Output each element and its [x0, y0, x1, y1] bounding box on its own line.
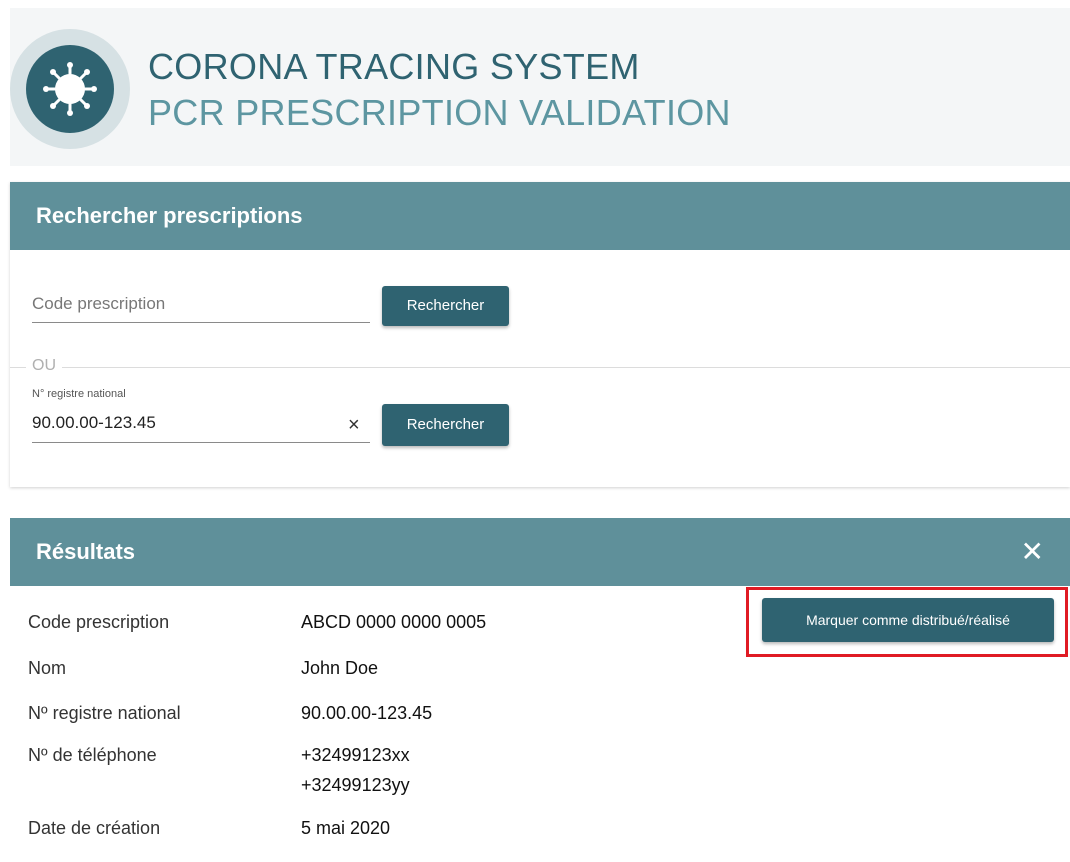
- row-value-prescription-code: ABCD 0000 0000 0005: [301, 612, 487, 632]
- national-register-input[interactable]: 90.00.00-123.45: [32, 413, 370, 443]
- results-panel-header: Résultats ✕: [10, 518, 1070, 586]
- close-icon[interactable]: ✕: [1021, 518, 1044, 586]
- prescription-code-placeholder: Code prescription: [32, 294, 166, 313]
- row-label-creation-date: Date de création: [28, 818, 161, 838]
- search-panel-title: Rechercher prescriptions: [10, 182, 1070, 250]
- results-title: Résultats: [36, 539, 136, 564]
- highlight-box: [746, 587, 1068, 657]
- separator-label: OU: [26, 357, 62, 375]
- logo: [10, 29, 130, 149]
- national-register-value: 90.00.00-123.45: [32, 413, 156, 432]
- app-subtitle: PCR PRESCRIPTION VALIDATION: [148, 92, 731, 133]
- search-national-button[interactable]: Rechercher: [382, 404, 509, 446]
- row-label-phone: Nº de téléphone: [28, 745, 157, 765]
- row-label-prescription-code: Code prescription: [28, 612, 170, 632]
- clear-icon[interactable]: ×: [348, 414, 360, 437]
- results-panel: Résultats ✕: [10, 518, 1070, 862]
- page-header: CORONA TRACING SYSTEM PCR PRESCRIPTION V…: [10, 8, 1070, 166]
- national-register-label: N° registre national: [32, 388, 126, 400]
- row-value-creation-date: 5 mai 2020: [301, 818, 391, 838]
- row-label-name: Nom: [28, 658, 67, 678]
- row-value-phone-2: +32499123yy: [301, 775, 410, 795]
- row-value-phone-1: +32499123xx: [301, 745, 410, 765]
- row-value-name: John Doe: [301, 658, 379, 678]
- search-code-button[interactable]: Rechercher: [382, 286, 509, 326]
- virus-icon: [26, 45, 114, 133]
- app-title: CORONA TRACING SYSTEM: [148, 46, 640, 87]
- separator-line: [10, 367, 1070, 368]
- row-value-national-register: 90.00.00-123.45: [301, 703, 433, 723]
- prescription-code-input[interactable]: Code prescription: [32, 294, 370, 323]
- search-panel: Rechercher prescriptions Code prescripti…: [10, 182, 1070, 487]
- row-label-national-register: Nº registre national: [28, 703, 181, 723]
